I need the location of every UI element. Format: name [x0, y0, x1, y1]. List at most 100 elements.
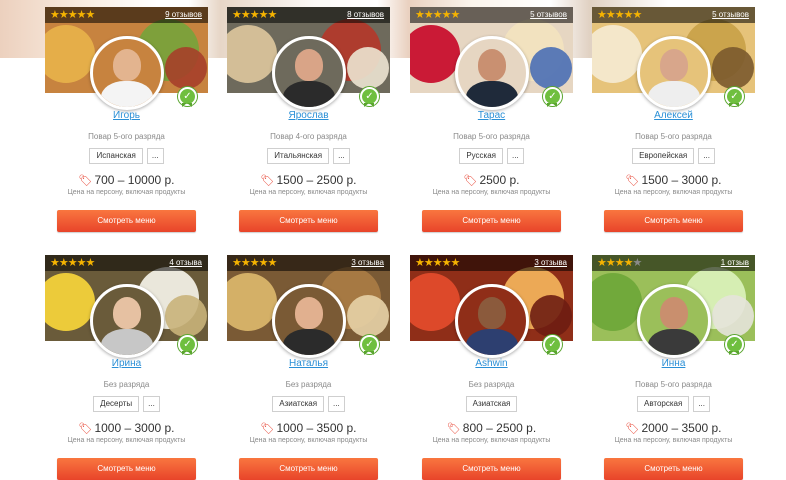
avatar-head: [478, 297, 506, 329]
price-value: 2500 р.: [479, 173, 520, 187]
reviews-link[interactable]: 3 отзыва: [351, 257, 384, 269]
view-menu-button[interactable]: Смотреть меню: [422, 458, 561, 480]
cuisine-tag[interactable]: Десерты: [93, 396, 140, 412]
price-tag-icon: 🏷: [625, 174, 640, 187]
price-tag-icon: 🏷: [625, 422, 640, 435]
reviews-link[interactable]: 8 отзывов: [347, 9, 384, 21]
chef-card: ★★★★★ 3 отзыва ✓ Наталья Без разряда Ази…: [227, 255, 390, 480]
cuisine-tag[interactable]: Русская: [459, 148, 504, 164]
reviews-link[interactable]: 3 отзыва: [534, 257, 567, 269]
more-tags-button[interactable]: ...: [328, 396, 345, 412]
price: 🏷 2500 р.: [410, 173, 573, 187]
rating-stars: ★★★★★: [232, 256, 277, 269]
more-tags-button[interactable]: ...: [333, 148, 350, 164]
chef-name-link[interactable]: Игорь: [45, 110, 208, 121]
reviews-link[interactable]: 5 отзывов: [712, 9, 749, 21]
reviews-link[interactable]: 1 отзыв: [721, 257, 749, 269]
view-menu-button[interactable]: Смотреть меню: [239, 210, 378, 232]
avatar-body: [283, 81, 335, 107]
chef-name-link[interactable]: Ирина: [45, 358, 208, 369]
cuisine-tag[interactable]: Итальянская: [267, 148, 330, 164]
food-dish-1: [45, 25, 95, 83]
more-tags-button[interactable]: ...: [507, 148, 524, 164]
price: 🏷 1500 – 3000 р.: [592, 173, 755, 187]
avatar[interactable]: [637, 36, 711, 110]
chef-card: ★★★★★ 5 отзывов ✓ Тарас Повар 5-ого разр…: [410, 7, 573, 232]
avatar-body: [101, 329, 153, 355]
rating-stars: ★★★★: [597, 256, 633, 269]
food-dish-1: [410, 25, 460, 83]
price-tag-icon: 🏷: [78, 174, 93, 187]
view-menu-button[interactable]: Смотреть меню: [57, 210, 196, 232]
view-menu-button[interactable]: Смотреть меню: [604, 210, 743, 232]
price: 🏷 2000 – 3500 р.: [592, 421, 755, 435]
chef-card: ★★★★★ 3 отзыва ✓ Ashwin Без разряда Азиа…: [410, 255, 573, 480]
reviews-link[interactable]: 9 отзывов: [165, 9, 202, 21]
chef-name-link[interactable]: Тарас: [410, 110, 573, 121]
price-tag-icon: 🏷: [463, 174, 478, 187]
rating-stars: ★★★★★: [50, 256, 95, 269]
rating-stars: ★★★★★: [597, 8, 642, 21]
star-icon: ★★★★★: [415, 8, 460, 22]
food-dish-1: [227, 273, 277, 331]
rating-stars: ★★★★★: [50, 8, 95, 21]
view-menu-button[interactable]: Смотреть меню: [604, 458, 743, 480]
chef-name-link[interactable]: Наталья: [227, 358, 390, 369]
price-note: Цена на персону, включая продукты: [432, 437, 551, 444]
chef-rank: Без разряда: [285, 380, 332, 389]
star-icon: ★★★★★: [232, 256, 277, 270]
avatar[interactable]: [455, 36, 529, 110]
badge-ribbon: [364, 351, 374, 355]
avatar-head: [113, 297, 141, 329]
cuisine-tag[interactable]: Авторская: [636, 396, 690, 412]
cuisine-tags: Азиатская ...: [227, 396, 390, 412]
avatar-head: [478, 49, 506, 81]
view-menu-button[interactable]: Смотреть меню: [239, 458, 378, 480]
price-value: 2000 – 3500 р.: [641, 421, 722, 435]
avatar-head: [113, 49, 141, 81]
avatar[interactable]: [272, 36, 346, 110]
view-menu-button[interactable]: Смотреть меню: [57, 458, 196, 480]
food-dish-1: [592, 25, 642, 83]
cuisine-tag[interactable]: Азиатская: [272, 396, 325, 412]
avatar-body: [466, 81, 518, 107]
chef-rank: Без разряда: [103, 380, 150, 389]
chef-name-link[interactable]: Ярослав: [227, 110, 390, 121]
avatar-body: [101, 81, 153, 107]
reviews-link[interactable]: 4 отзыва: [169, 257, 202, 269]
food-dish-3: [165, 295, 207, 337]
chef-name-link[interactable]: Инна: [592, 358, 755, 369]
rating-stars: ★★★★★: [415, 256, 460, 269]
avatar[interactable]: [637, 284, 711, 358]
price-value: 1500 – 2500 р.: [276, 173, 357, 187]
more-tags-button[interactable]: ...: [693, 396, 710, 412]
cuisine-tag[interactable]: Испанская: [89, 148, 143, 164]
reviews-link[interactable]: 5 отзывов: [530, 9, 567, 21]
avatar-body: [466, 329, 518, 355]
food-dish-3: [347, 47, 389, 89]
avatar[interactable]: [90, 36, 164, 110]
cuisine-tag[interactable]: Европейская: [632, 148, 695, 164]
price-note: Цена на персону, включая продукты: [249, 437, 368, 444]
cuisine-tags: Азиатская: [410, 396, 573, 412]
avatar[interactable]: [90, 284, 164, 358]
chef-name-link[interactable]: Ashwin: [410, 358, 573, 369]
avatar[interactable]: [455, 284, 529, 358]
avatar-body: [283, 329, 335, 355]
cuisine-tags: Русская ...: [410, 148, 573, 164]
chef-card: ★★★★★ 5 отзывов ✓ Алексей Повар 5-ого ра…: [592, 7, 755, 232]
cuisine-tag[interactable]: Азиатская: [465, 396, 518, 412]
food-dish-3: [712, 47, 754, 89]
cuisine-tags: Европейская ...: [592, 148, 755, 164]
more-tags-button[interactable]: ...: [698, 148, 715, 164]
view-menu-button[interactable]: Смотреть меню: [422, 210, 561, 232]
more-tags-button[interactable]: ...: [146, 148, 164, 164]
avatar[interactable]: [272, 284, 346, 358]
more-tags-button[interactable]: ...: [143, 396, 160, 412]
avatar-body: [648, 329, 700, 355]
chef-rank: Повар 4-ого разряда: [270, 132, 347, 141]
cuisine-tags: Авторская ...: [592, 396, 755, 412]
chef-name-link[interactable]: Алексей: [592, 110, 755, 121]
cuisine-tags: Десерты ...: [45, 396, 208, 412]
price-tag-icon: 🏷: [446, 422, 461, 435]
